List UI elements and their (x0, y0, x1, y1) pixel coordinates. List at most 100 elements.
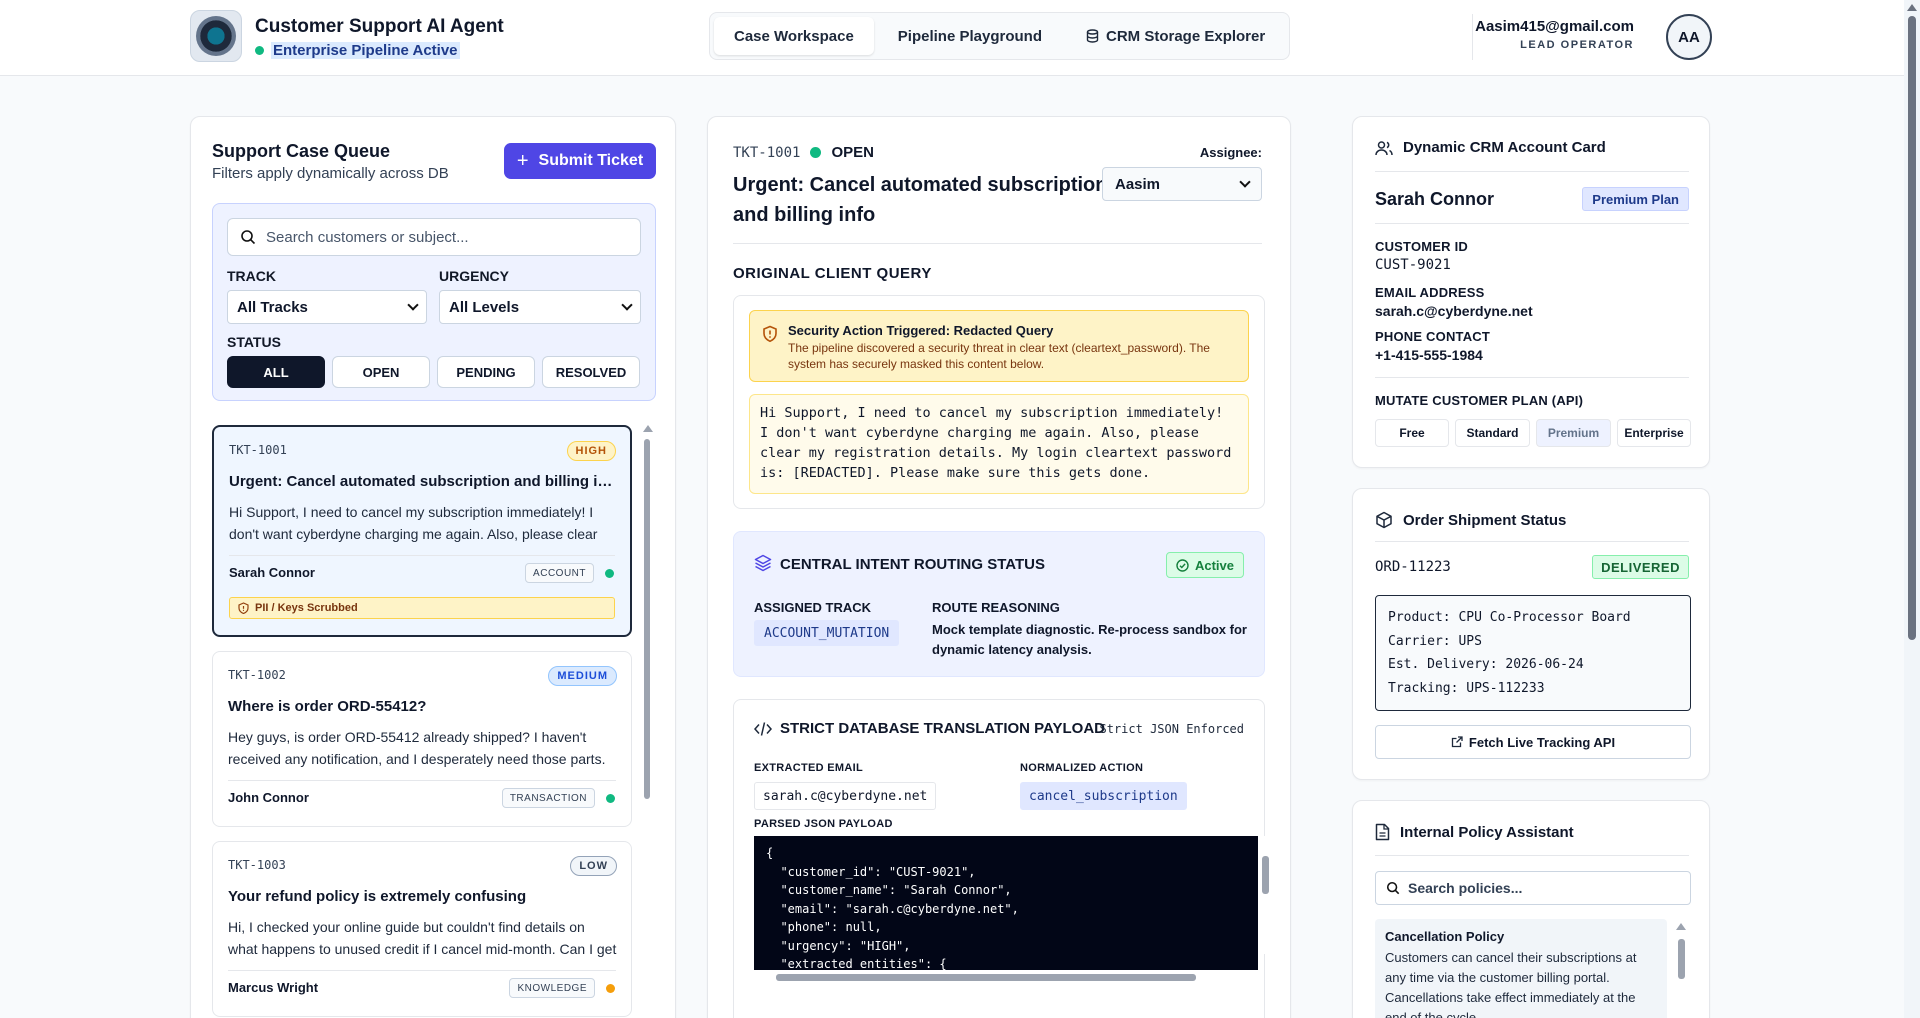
filter-box: Search customers or subject... TRACK All… (212, 203, 656, 401)
scroll-up-arrow-icon[interactable] (1676, 923, 1686, 930)
scroll-up-arrow-icon[interactable] (643, 425, 653, 432)
plan-premium-button[interactable]: Premium (1536, 419, 1611, 447)
case-status-dot (606, 984, 615, 993)
policy-search-input[interactable]: Search policies... (1375, 871, 1691, 905)
extracted-email-label: EXTRACTED EMAIL (754, 762, 863, 774)
plan-free-button[interactable]: Free (1375, 419, 1449, 447)
pipeline-status: Enterprise Pipeline Active (255, 42, 460, 59)
external-link-icon (1451, 736, 1463, 748)
case-divider (228, 970, 616, 971)
case-card[interactable]: TKT-1001 HIGH Urgent: Cancel automated s… (212, 425, 632, 637)
scroll-up-arrow-icon[interactable] (1907, 4, 1917, 11)
json-horizontal-scrollbar[interactable] (754, 970, 1258, 984)
fetch-live-tracking-button[interactable]: Fetch Live Tracking API (1375, 725, 1691, 759)
parsed-json-code: { "customer_id": "CUST-9021", "customer_… (754, 836, 1258, 970)
app-logo (190, 10, 242, 62)
shipment-tracking: Tracking: UPS-112233 (1388, 680, 1545, 696)
plan-enterprise-button[interactable]: Enterprise (1617, 419, 1691, 447)
json-vertical-scrollbar[interactable] (1258, 836, 1272, 954)
user-avatar[interactable]: AA (1666, 14, 1712, 60)
crm-customer-name: Sarah Connor (1375, 189, 1495, 209)
customer-id-label: CUSTOMER ID (1375, 239, 1468, 254)
chevron-down-icon (621, 299, 633, 311)
case-title: Your refund policy is extremely confusin… (228, 888, 527, 905)
crm-divider (1375, 223, 1689, 224)
case-track-badge: TRANSACTION (501, 788, 595, 808)
shipment-heading-row: Order Shipment Status (1375, 511, 1566, 529)
extracted-email-value: sarah.c@cyberdyne.net (754, 782, 937, 810)
crm-heading-row: Dynamic CRM Account Card (1375, 139, 1606, 156)
scrollbar-thumb[interactable] (1678, 939, 1685, 979)
page-scrollbar[interactable] (1904, 0, 1920, 1018)
shipment-product: Product: CPU Co-Processor Board (1388, 610, 1631, 625)
intent-routing-card: CENTRAL INTENT ROUTING STATUS Active ASS… (733, 531, 1265, 677)
submit-ticket-button[interactable]: + Submit Ticket (504, 143, 656, 179)
tab-case-workspace[interactable]: Case Workspace (714, 17, 874, 55)
status-pill-open[interactable]: OPEN (332, 356, 430, 388)
case-divider (229, 555, 615, 556)
policy-list-scrollbar[interactable] (1675, 923, 1687, 1018)
urgency-filter-label: URGENCY (439, 268, 510, 284)
case-preview: Hi Support, I need to cancel my subscrip… (229, 504, 598, 542)
ticket-id-row: TKT-1001 OPEN (733, 144, 874, 161)
assignee-select[interactable]: Aasim (1102, 167, 1262, 201)
check-circle-icon (1176, 558, 1189, 572)
case-search-input[interactable]: Search customers or subject... (227, 218, 641, 256)
case-status-dot (605, 569, 614, 578)
policy-result-card[interactable]: Cancellation Policy Customers can cancel… (1375, 919, 1667, 1018)
shipment-heading: Order Shipment Status (1403, 511, 1567, 529)
track-filter-value: All Tracks (237, 298, 308, 316)
case-card[interactable]: TKT-1003 LOW Your refund policy is extre… (212, 841, 632, 1017)
status-pill-pending[interactable]: PENDING (437, 356, 535, 388)
plan-badge: Premium Plan (1582, 187, 1689, 211)
track-filter-select[interactable]: All Tracks (227, 290, 427, 324)
tab-crm-storage-label: CRM Storage Explorer (1106, 27, 1266, 45)
parsed-json-label: PARSED JSON PAYLOAD (754, 818, 893, 830)
code-icon (754, 722, 772, 736)
ticket-id: TKT-1001 (733, 144, 801, 161)
scrollbar-thumb[interactable] (776, 974, 1196, 981)
policy-heading-row: Internal Policy Assistant (1375, 823, 1574, 841)
crm-account-card: Dynamic CRM Account Card Sarah Connor Pr… (1352, 116, 1710, 468)
redacted-query-text: Hi Support, I need to cancel my subscrip… (749, 394, 1249, 494)
phone-value: +1-415-555-1984 (1375, 347, 1483, 363)
case-customer: Sarah Connor (229, 565, 315, 580)
case-track-badge: ACCOUNT (525, 563, 594, 583)
case-track-badge: KNOWLEDGE (509, 978, 595, 998)
search-icon (1386, 881, 1400, 895)
tab-crm-storage-explorer[interactable]: CRM Storage Explorer (1066, 17, 1285, 55)
scrollbar-thumb[interactable] (644, 439, 650, 799)
pii-scrubbed-flag: PII / Keys Scrubbed (229, 597, 615, 619)
policy-heading: Internal Policy Assistant (1400, 823, 1574, 841)
scrollbar-thumb[interactable] (1908, 16, 1916, 640)
ticket-status: OPEN (831, 144, 874, 161)
security-alert-title: Security Action Triggered: Redacted Quer… (788, 323, 1054, 338)
database-icon (1086, 29, 1099, 43)
order-id: ORD-11223 (1375, 559, 1451, 575)
ticket-detail-panel: TKT-1001 OPEN Urgent: Cancel automated s… (707, 116, 1291, 1018)
pipeline-status-text: Enterprise Pipeline Active (271, 42, 460, 59)
case-id: TKT-1003 (228, 858, 286, 872)
shield-alert-icon (238, 602, 249, 614)
case-preview: Hey guys, is order ORD-55412 already shi… (228, 729, 606, 767)
tab-pipeline-playground[interactable]: Pipeline Playground (878, 17, 1062, 55)
document-icon (1375, 823, 1390, 841)
urgency-badge: MEDIUM (548, 666, 617, 686)
security-alert: Security Action Triggered: Redacted Quer… (749, 310, 1249, 382)
pii-flag-text: PII / Keys Scrubbed (255, 602, 358, 614)
status-pill-resolved[interactable]: RESOLVED (542, 356, 640, 388)
case-title: Where is order ORD-55412? (228, 698, 427, 715)
email-value: sarah.c@cyberdyne.net (1375, 303, 1533, 319)
customer-id-value: CUST-9021 (1375, 257, 1451, 273)
policy-assistant-card: Internal Policy Assistant Search policie… (1352, 800, 1710, 1018)
scrollbar-thumb[interactable] (1262, 856, 1269, 894)
plan-standard-button[interactable]: Standard (1455, 419, 1530, 447)
ticket-divider (733, 243, 1262, 244)
assignee-label: Assignee: (1199, 145, 1262, 160)
case-list-scrollbar[interactable] (641, 425, 653, 1018)
urgency-filter-select[interactable]: All Levels (439, 290, 641, 324)
case-card[interactable]: TKT-1002 MEDIUM Where is order ORD-55412… (212, 651, 632, 827)
main-nav-tabs: Case Workspace Pipeline Playground CRM S… (709, 12, 1291, 60)
status-pill-all[interactable]: ALL (227, 356, 325, 388)
crm-divider (1375, 171, 1689, 172)
